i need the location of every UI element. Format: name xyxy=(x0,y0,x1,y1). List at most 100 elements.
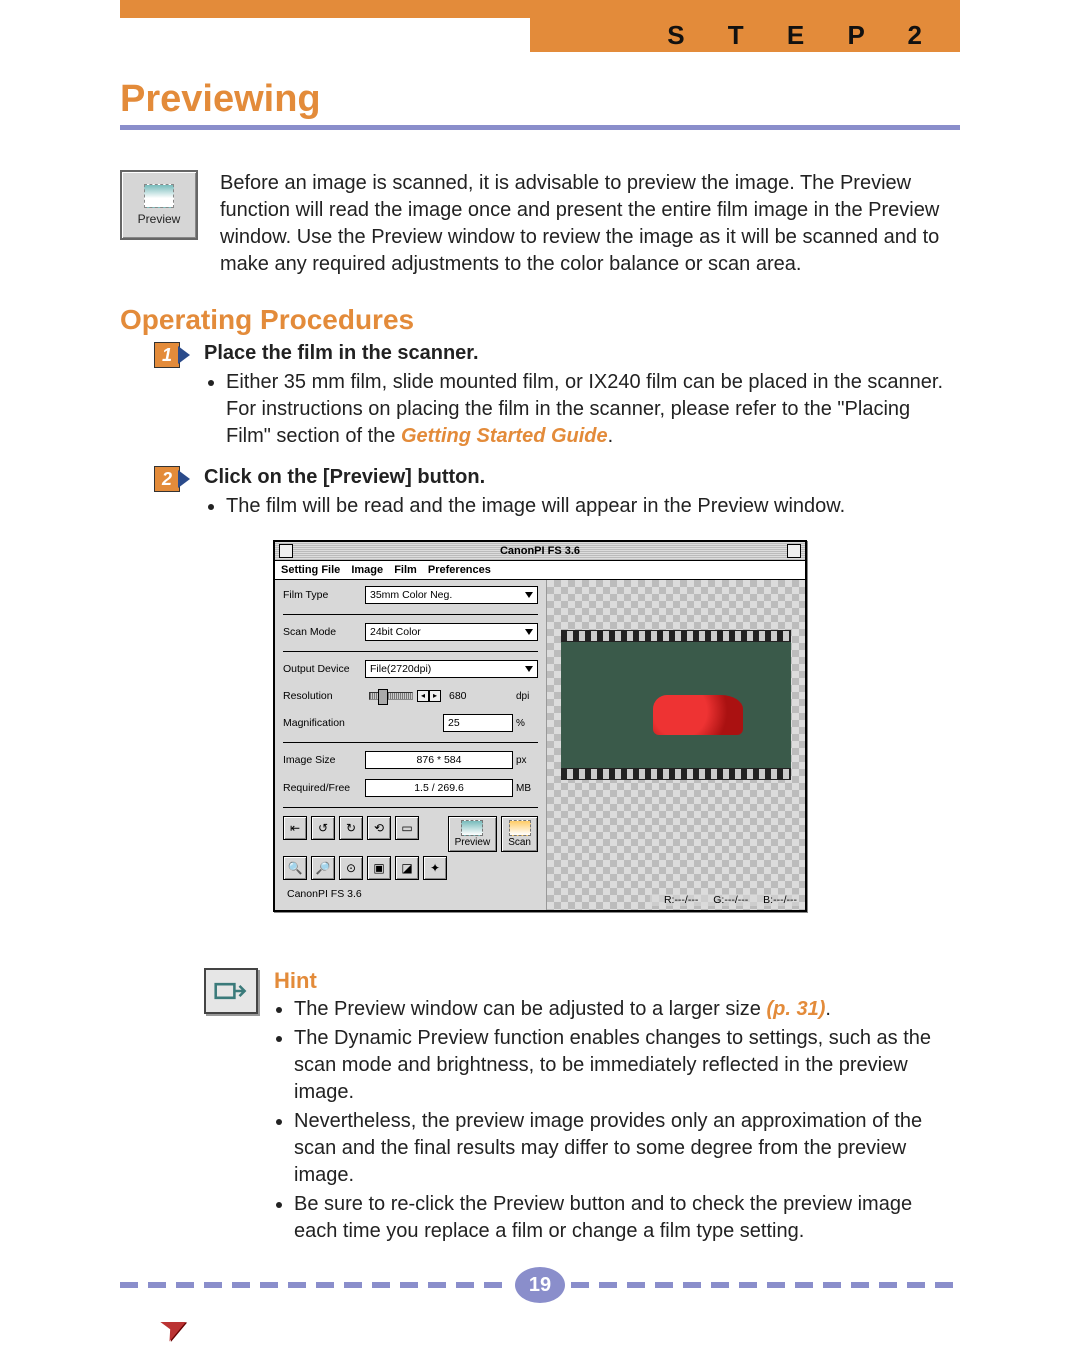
hint-bullet-tail: . xyxy=(825,998,831,1020)
status-left: CanonPI FS 3.6 xyxy=(283,880,538,904)
step-banner: S T E P 2 xyxy=(530,18,960,52)
hint-bullet-text: The Preview window can be adjusted to a … xyxy=(294,998,766,1020)
scan-icon xyxy=(509,820,531,836)
scan-button[interactable]: Scan xyxy=(501,816,538,852)
step2-bullet: The film will be read and the image will… xyxy=(226,493,845,520)
lock-tool-icon[interactable]: ⇤ xyxy=(283,816,307,840)
rotate-left-icon[interactable]: ↺ xyxy=(311,816,335,840)
required-free-label: Required/Free xyxy=(283,782,365,794)
chevron-down-icon xyxy=(525,592,533,598)
hint-bullet: Nevertheless, the preview image provides… xyxy=(294,1108,960,1189)
resolution-value: 680 xyxy=(449,690,467,702)
menu-preferences[interactable]: Preferences xyxy=(428,564,491,576)
image-size-field: 876 * 584 xyxy=(365,751,513,769)
image-size-value: 876 * 584 xyxy=(417,754,462,766)
crop-tool-icon[interactable]: ▣ xyxy=(367,856,391,880)
color-tool-icon[interactable]: ◪ xyxy=(395,856,419,880)
scan-button-label: Scan xyxy=(508,837,531,848)
hint-heading: Hint xyxy=(274,968,960,994)
footer-dashes-right xyxy=(571,1282,960,1288)
resolution-input[interactable]: 680 xyxy=(445,688,513,704)
required-free-value: 1.5 / 269.6 xyxy=(414,782,464,794)
menu-bar[interactable]: Setting File Image Film Preferences xyxy=(275,561,805,580)
output-device-value: File(2720dpi) xyxy=(370,663,431,675)
getting-started-guide-ref: Getting Started Guide xyxy=(401,425,608,447)
adjust-tool-icon[interactable]: ✦ xyxy=(423,856,447,880)
magnification-unit: % xyxy=(513,718,538,729)
step1-bullet-tail: . xyxy=(608,425,614,447)
output-device-label: Output Device xyxy=(283,663,365,675)
chevron-down-icon xyxy=(525,629,533,635)
resolution-stepper[interactable]: ◂▸ xyxy=(417,690,441,702)
magnification-value: 25 xyxy=(448,717,460,729)
hint-bullet: The Preview window can be adjusted to a … xyxy=(294,996,960,1023)
rgb-b: B:---/--- xyxy=(763,894,797,906)
zoom-fit-icon[interactable]: ⊙ xyxy=(339,856,363,880)
resolution-label: Resolution xyxy=(283,690,365,702)
rotate-right-icon[interactable]: ↻ xyxy=(339,816,363,840)
film-type-label: Film Type xyxy=(283,589,365,601)
menu-image[interactable]: Image xyxy=(351,564,383,576)
step-badge-1: 1 xyxy=(154,342,190,372)
app-window: CanonPI FS 3.6 Setting File Image Film P… xyxy=(273,540,807,912)
rgb-r: R:---/--- xyxy=(664,894,698,906)
required-free-field: 1.5 / 269.6 xyxy=(365,779,513,797)
ruler-icon[interactable]: ▭ xyxy=(395,816,419,840)
preview-button-icon: Preview xyxy=(120,170,198,240)
image-size-label: Image Size xyxy=(283,754,365,766)
footer-dashes-left xyxy=(120,1282,509,1288)
step-number: 2 xyxy=(154,466,180,492)
magnification-label: Magnification xyxy=(283,717,365,729)
step-arrow-icon xyxy=(178,470,190,488)
magnification-input[interactable]: 25 xyxy=(443,714,513,732)
zoom-in-icon[interactable]: 🔍 xyxy=(283,856,307,880)
required-free-unit: MB xyxy=(513,783,538,794)
film-type-value: 35mm Color Neg. xyxy=(370,589,452,601)
rgb-g: G:---/--- xyxy=(713,894,748,906)
step-number: 1 xyxy=(154,342,180,368)
settings-panel: Film Type 35mm Color Neg. Scan Mode 24bi… xyxy=(275,580,547,910)
film-type-select[interactable]: 35mm Color Neg. xyxy=(365,586,538,604)
preview-button-icon-label: Preview xyxy=(138,212,181,226)
step-badge-2: 2 xyxy=(154,466,190,496)
scan-mode-value: 24bit Color xyxy=(370,626,421,638)
step1-bullet: Either 35 mm film, slide mounted film, o… xyxy=(226,369,960,450)
page-number: 19 xyxy=(515,1267,565,1303)
window-title: CanonPI FS 3.6 xyxy=(293,545,787,557)
film-strip-preview xyxy=(561,630,791,780)
page-footer: 19 xyxy=(120,1267,960,1303)
step2-heading: Click on the [Preview] button. xyxy=(204,466,845,489)
pointer-callout-icon: ➤ xyxy=(153,1303,196,1351)
menu-film[interactable]: Film xyxy=(394,564,417,576)
image-size-unit: px xyxy=(513,755,538,766)
chevron-down-icon xyxy=(525,666,533,672)
step1-heading: Place the film in the scanner. xyxy=(204,342,960,365)
hint-bullet: The Dynamic Preview function enables cha… xyxy=(294,1025,960,1106)
preview-icon xyxy=(461,820,483,836)
intro-paragraph: Before an image is scanned, it is advisa… xyxy=(220,170,960,278)
scan-mode-label: Scan Mode xyxy=(283,626,365,638)
zoom-out-icon[interactable]: 🔎 xyxy=(311,856,335,880)
preview-icon xyxy=(144,184,174,208)
section-heading: Operating Procedures xyxy=(120,304,960,336)
preview-area[interactable]: R:---/--- G:---/--- B:---/--- xyxy=(547,580,805,910)
close-box-icon[interactable] xyxy=(279,544,293,558)
resolution-unit: dpi xyxy=(513,691,538,702)
menu-setting-file[interactable]: Setting File xyxy=(281,564,340,576)
rgb-readout: R:---/--- G:---/--- B:---/--- xyxy=(650,894,799,906)
page-reference: (p. 31) xyxy=(766,998,825,1020)
window-titlebar[interactable]: CanonPI FS 3.6 xyxy=(275,542,805,561)
hint-bullet: Be sure to re-click the Preview button a… xyxy=(294,1191,960,1245)
title-rule xyxy=(120,125,960,130)
scan-mode-select[interactable]: 24bit Color xyxy=(365,623,538,641)
step-arrow-icon xyxy=(178,346,190,364)
resolution-slider[interactable] xyxy=(369,692,413,700)
preview-button[interactable]: Preview xyxy=(448,816,498,852)
top-orange-bar xyxy=(120,0,960,18)
flip-icon[interactable]: ⟲ xyxy=(367,816,391,840)
zoom-box-icon[interactable] xyxy=(787,544,801,558)
output-device-select[interactable]: File(2720dpi) xyxy=(365,660,538,678)
hint-icon xyxy=(204,968,258,1014)
race-car-image xyxy=(653,695,743,735)
page-title: Previewing xyxy=(120,78,960,121)
